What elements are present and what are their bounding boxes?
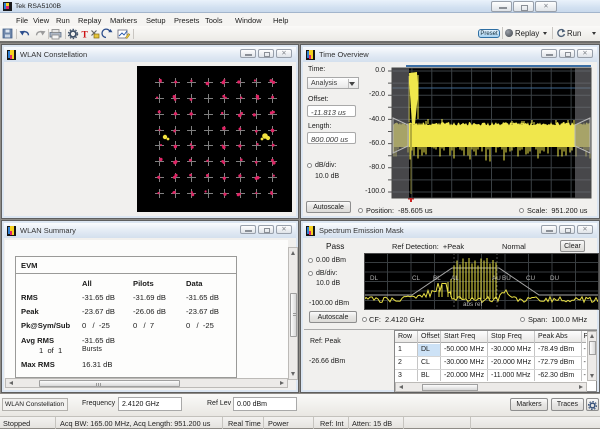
svg-text:abs ref: abs ref bbox=[463, 301, 483, 308]
svg-text:AL: AL bbox=[451, 275, 459, 282]
svg-text:T: T bbox=[82, 31, 89, 41]
svg-text:AU: AU bbox=[492, 275, 501, 282]
svg-text:DU: DU bbox=[550, 275, 560, 282]
svg-text:CL: CL bbox=[412, 275, 421, 282]
svg-text:BU: BU bbox=[502, 275, 511, 282]
svg-text:BL: BL bbox=[433, 275, 441, 282]
svg-text:DL: DL bbox=[370, 275, 379, 282]
svg-text:CU: CU bbox=[526, 275, 536, 282]
